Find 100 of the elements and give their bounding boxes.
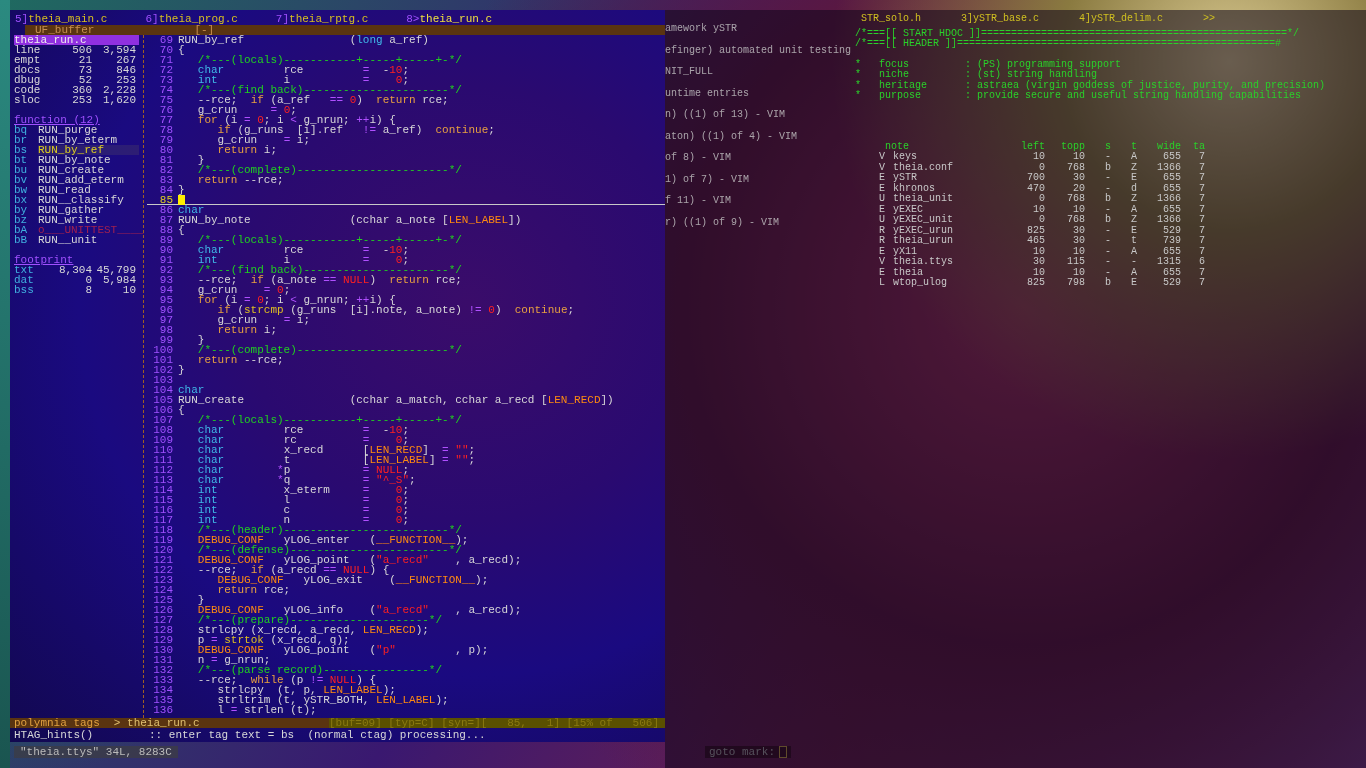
table-cell-text: - xyxy=(1130,257,1137,268)
code-text: == xyxy=(323,565,337,575)
code-text: /*---(prepare)---------------------*/ xyxy=(196,615,443,625)
code-text: != xyxy=(468,305,482,315)
function-item[interactable]: RUN_gather xyxy=(38,205,139,215)
line-number: 102 xyxy=(152,365,173,375)
code-text: = xyxy=(362,515,370,525)
sidebar-file[interactable]: theia_run.c xyxy=(14,35,139,45)
line-number: 125 xyxy=(152,595,173,605)
code-text: 0 xyxy=(394,495,403,505)
comment-text: /*===[[ START HDOC ]]===================================================*/ xyxy=(855,28,1301,39)
code-text: } xyxy=(178,365,185,375)
function-item[interactable]: RUN_write xyxy=(38,215,139,225)
code-text: ; xyxy=(567,305,575,315)
code-text: char xyxy=(196,475,225,485)
command-message: :: enter tag text = bs (normal ctag) processing... xyxy=(149,730,486,742)
code-text: g_crun xyxy=(196,285,239,295)
function-item[interactable]: RUN_read xyxy=(38,185,139,195)
function-item[interactable]: RUN_by_note xyxy=(38,155,139,165)
function-item[interactable]: RUN_purge xyxy=(38,125,139,135)
buffer-tab[interactable]: 6]theia_prog.c xyxy=(145,14,238,24)
code-text: long xyxy=(356,35,383,45)
field-value: : provide secure and useful string handling capabilities xyxy=(965,91,1302,102)
line-number: 124 xyxy=(152,585,173,595)
field-key: * focus xyxy=(855,59,965,70)
buffer-tab[interactable]: STR_solo.h xyxy=(861,14,921,25)
table-cell-text: A xyxy=(1130,204,1137,215)
code-text: LEN_LABEL xyxy=(323,685,383,695)
code-text: char xyxy=(178,205,205,215)
line-number: 127 xyxy=(152,615,173,625)
buffer-tab[interactable]: 7]theia_rptg.c xyxy=(275,14,369,24)
code-text: LEN_LABEL xyxy=(369,455,429,465)
code-text: "" xyxy=(454,445,469,455)
code-text: x_eterm xyxy=(282,485,331,495)
table-cell-text: V xyxy=(878,152,885,163)
column-header: topp xyxy=(1060,141,1085,152)
function-key: bu xyxy=(14,165,38,175)
buffer-tab[interactable]: 8>theia_run.c xyxy=(406,14,493,24)
code-text: char xyxy=(196,435,225,445)
line-number: 79 xyxy=(158,135,173,145)
section-heading: footprint xyxy=(14,255,74,265)
code-text: char xyxy=(196,465,225,475)
line-number: 112 xyxy=(152,465,173,475)
table-cell-text: 30 xyxy=(1072,173,1085,184)
buffer-tab[interactable]: 5]theia_main.c xyxy=(15,14,108,24)
code-text: LEN_RECD xyxy=(362,625,416,635)
table-cell-text: 1315 xyxy=(1156,257,1181,268)
stat-row-text: code 360 2,228 xyxy=(14,85,137,95)
function-item[interactable]: RUN_create xyxy=(38,165,139,175)
code-text: char xyxy=(196,425,225,435)
line-number: 108 xyxy=(152,425,173,435)
code-text: if xyxy=(250,275,264,285)
table-cell-text: yEXEC_unit xyxy=(892,215,954,226)
code-text: yLOG_point ( xyxy=(283,645,377,655)
code-text: ; xyxy=(402,505,410,515)
code-text: i) { xyxy=(369,115,396,125)
table-cell-text: Z xyxy=(1130,215,1137,226)
line-number: 123 xyxy=(152,575,173,585)
line-number: 73 xyxy=(158,75,173,85)
code-text: = xyxy=(362,505,370,515)
function-item[interactable]: RUN__unit xyxy=(38,235,139,245)
function-item[interactable]: RUN_add_eterm xyxy=(38,175,139,185)
buffer-tab[interactable]: >> xyxy=(1203,14,1216,25)
code-text: , p); xyxy=(454,645,489,655)
table-cell-text: R xyxy=(878,225,885,236)
table-cell-text: b xyxy=(1104,162,1111,173)
buffer-tab[interactable]: 3]ySTR_base.c xyxy=(961,14,1040,25)
code-text: NULL xyxy=(329,675,357,685)
function-item[interactable]: RUN_by_ref xyxy=(38,145,139,155)
code-text: ; i xyxy=(263,115,285,125)
code-text: rce; xyxy=(422,95,449,105)
table-cell-text: E xyxy=(1130,225,1137,236)
code-text: char xyxy=(196,455,225,465)
code-text: /*---(locals)-----------+-----+-----+-*/ xyxy=(196,55,462,65)
code-text: a_ref) xyxy=(388,35,429,45)
table-cell-text: 655 xyxy=(1162,183,1181,194)
code-text: ); xyxy=(415,625,429,635)
line-number: 75 xyxy=(158,95,173,105)
table-cell-text: - xyxy=(1104,152,1111,162)
code-text: for xyxy=(196,295,218,305)
table-cell-text: yEXEC xyxy=(892,204,923,215)
code-text: int xyxy=(196,495,218,505)
code-text: ; xyxy=(468,455,476,465)
field-key: * heritage xyxy=(855,80,965,91)
line-number: 135 xyxy=(152,695,173,705)
code-text: int xyxy=(196,255,218,265)
table-cell-text: - xyxy=(1104,257,1111,268)
table-cell-text: 655 xyxy=(1162,152,1181,163)
code-text: (a_ref xyxy=(269,95,311,105)
table-cell-text: theia_urun xyxy=(892,236,954,247)
table-cell-text: 7 xyxy=(1198,204,1205,215)
buffer-tab[interactable]: 4]ySTR_delim.c xyxy=(1079,14,1164,25)
line-number: 96 xyxy=(158,305,173,315)
function-item[interactable]: RUN__classify xyxy=(38,195,139,205)
code-text: = xyxy=(442,445,449,455)
table-cell-text: 6 xyxy=(1198,257,1205,268)
table-cell-text: Z xyxy=(1130,194,1137,205)
code-text: DEBUG_CONF xyxy=(196,605,264,615)
column-header: left xyxy=(1020,141,1045,152)
function-item[interactable]: RUN_by_eterm xyxy=(38,135,139,145)
